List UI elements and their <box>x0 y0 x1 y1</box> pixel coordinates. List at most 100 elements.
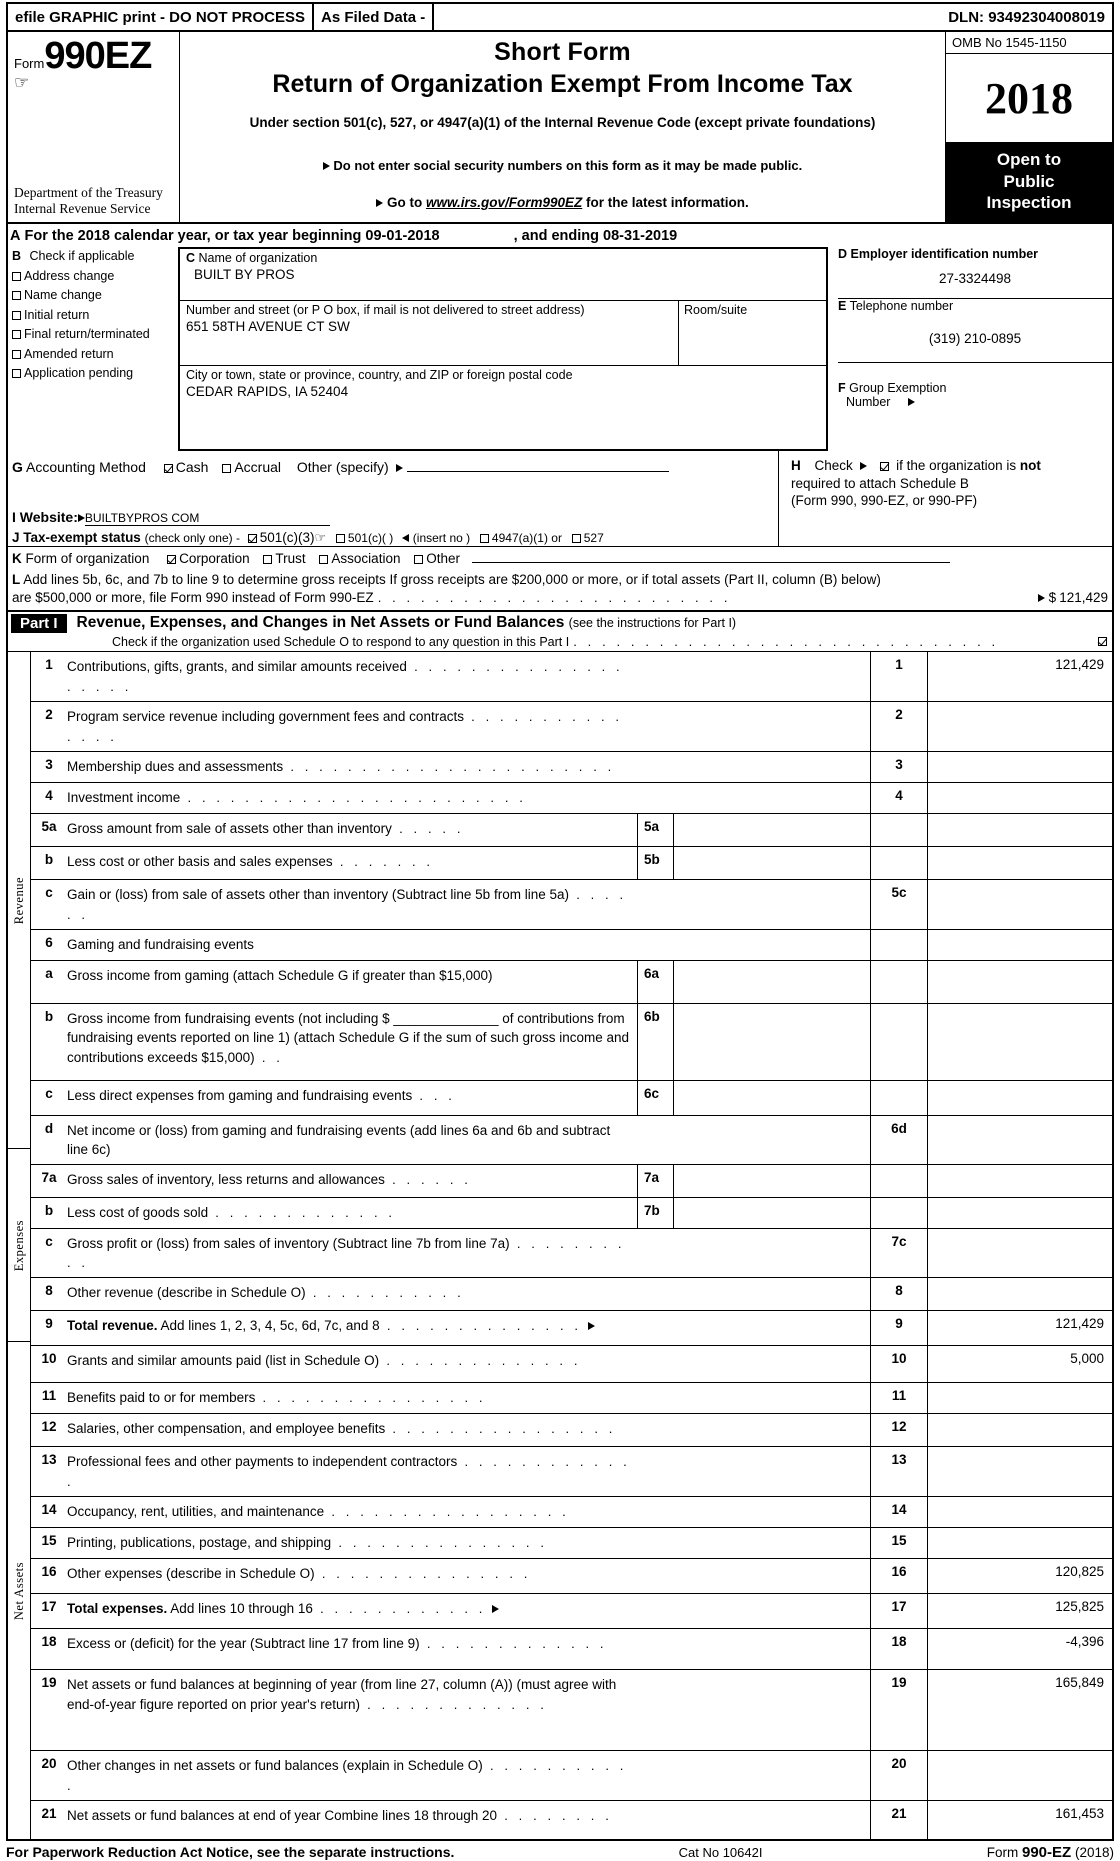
amount-value[interactable] <box>927 1447 1112 1496</box>
line-number: 15 <box>41 1533 57 1548</box>
amount-value[interactable]: -4,396 <box>927 1629 1112 1669</box>
dln-label: DLN: 93492304008019 <box>948 8 1105 26</box>
sub-line-value[interactable] <box>674 1004 870 1080</box>
checkbox-label-501c: 501(c)( ) <box>347 531 394 545</box>
org-option-association[interactable]: Association <box>319 551 400 566</box>
status-option-4947a1[interactable]: 4947(a)(1) or <box>479 530 562 545</box>
table-row: 8 Other revenue (describe in Schedule O) … <box>31 1278 1112 1312</box>
amount-value[interactable] <box>927 960 1112 1003</box>
checkbox-icon-corporation[interactable] <box>167 555 177 564</box>
status-option-501c[interactable]: 501(c)( ) <box>335 530 394 545</box>
tax-year-begin-date: 09-01-2018 <box>365 228 440 244</box>
checkbox-icon-association[interactable] <box>319 555 329 564</box>
sub-line-value[interactable] <box>674 1165 870 1197</box>
section-b-checkboxes: B Check if applicable Address change Nam… <box>8 247 178 451</box>
checkbox-icon-address-change[interactable] <box>12 271 21 281</box>
accounting-method-accrual-option[interactable]: Accrual <box>222 459 281 475</box>
website-value[interactable]: BUILTBYPROS COM <box>84 511 330 526</box>
sub-line-value[interactable] <box>674 961 870 1003</box>
checkbox-final-return[interactable]: Final return/terminated <box>12 327 176 341</box>
checkbox-icon-accrual[interactable] <box>222 464 232 473</box>
section-a-tax-year: A For the 2018 calendar year, or tax yea… <box>6 224 1114 247</box>
leader-dots: . . . . . . . . . . . . . <box>359 1696 548 1712</box>
checkbox-icon-527[interactable] <box>571 534 581 543</box>
table-row: 21 Net assets or fund balances at end of … <box>31 1800 1112 1839</box>
sub-line-value[interactable] <box>674 1198 870 1228</box>
amount-value[interactable] <box>927 1414 1112 1447</box>
amount-value[interactable] <box>927 846 1112 879</box>
sub-line-value[interactable] <box>674 847 870 879</box>
line-number: 4 <box>45 787 53 803</box>
amount-value[interactable] <box>927 1497 1112 1527</box>
checkbox-initial-return[interactable]: Initial return <box>12 308 176 322</box>
accounting-method-cash-option[interactable]: Cash <box>163 459 208 475</box>
amount-value[interactable]: 121,429 <box>927 652 1112 702</box>
checkbox-icon-cash[interactable] <box>163 464 173 473</box>
amount-value[interactable] <box>927 1751 1112 1800</box>
amount-value[interactable] <box>927 879 1112 929</box>
checkbox-amended-return[interactable]: Amended return <box>12 347 176 361</box>
org-option-other[interactable]: Other <box>414 551 460 566</box>
amount-value[interactable] <box>927 1197 1112 1228</box>
amount-value[interactable] <box>927 813 1112 846</box>
checkbox-icon-501c[interactable] <box>335 534 345 543</box>
sub-line-number: 7a <box>638 1164 674 1197</box>
amount-value[interactable] <box>927 1278 1112 1311</box>
amount-value[interactable]: 161,453 <box>927 1800 1112 1839</box>
ein-label-row: D Employer identification number <box>838 247 1112 261</box>
amount-line-ref <box>870 1003 927 1080</box>
checkbox-label-name-change: Name change <box>24 288 102 302</box>
org-option-trust[interactable]: Trust <box>263 551 306 566</box>
checkbox-icon-schedule-o[interactable] <box>1098 637 1107 647</box>
line-description: Gross profit or (loss) from sales of inv… <box>67 1229 637 1278</box>
org-option-corporation[interactable]: Corporation <box>167 551 250 566</box>
goto-suffix: for the latest information. <box>586 195 749 210</box>
amount-value[interactable]: 125,825 <box>927 1594 1112 1628</box>
checkbox-application-pending[interactable]: Application pending <box>12 366 176 380</box>
section-h-line-1: H Check if the organization is not <box>791 457 1108 475</box>
accounting-method-other-value[interactable] <box>406 471 669 472</box>
leader-dots: . . . . . . . <box>332 853 434 869</box>
amount-value[interactable]: 5,000 <box>927 1346 1112 1383</box>
checkbox-icon-schedule-b[interactable] <box>880 462 890 471</box>
status-option-527[interactable]: 527 <box>571 530 604 545</box>
amount-value[interactable] <box>927 1383 1112 1414</box>
line-number: 16 <box>41 1564 57 1579</box>
line-description: Investment income . . . . . . . . . . . … <box>67 783 637 813</box>
sub-amount-cell <box>637 1414 870 1446</box>
organization-name-cell: C Name of organization BUILT BY PROS <box>180 249 826 301</box>
sub-line-value[interactable] <box>674 814 870 846</box>
checkbox-address-change[interactable]: Address change <box>12 269 176 283</box>
amount-value[interactable]: 121,429 <box>927 1311 1112 1346</box>
amount-value[interactable] <box>927 1003 1112 1080</box>
section-i-website: I Website: BUILTBYPROS COM <box>12 509 774 526</box>
checkbox-icon-other-org[interactable] <box>414 555 424 564</box>
checkbox-icon-amended-return[interactable] <box>12 349 21 359</box>
amount-value[interactable] <box>927 702 1112 751</box>
amount-value[interactable] <box>927 782 1112 813</box>
sub-line-value[interactable] <box>674 1081 870 1115</box>
amount-value[interactable] <box>927 1528 1112 1558</box>
line-description: Contributions, gifts, grants, and simila… <box>67 652 637 701</box>
checkbox-icon-name-change[interactable] <box>12 291 21 300</box>
amount-value[interactable] <box>927 1115 1112 1164</box>
checkbox-icon-final-return[interactable] <box>12 330 21 339</box>
group-exemption-label-2: Number <box>846 395 891 409</box>
amount-value[interactable] <box>927 1080 1112 1115</box>
section-e-telephone: E Telephone number (319) 210-0895 <box>838 299 1112 363</box>
amount-value[interactable]: 120,825 <box>927 1559 1112 1593</box>
irs-form-url-link[interactable]: www.irs.gov/Form990EZ <box>426 195 582 210</box>
checkbox-name-change[interactable]: Name change <box>12 288 176 302</box>
amount-value[interactable] <box>927 751 1112 782</box>
status-option-501c3[interactable]: 501(c)(3) <box>247 530 315 545</box>
checkbox-icon-4947a1[interactable] <box>479 534 489 543</box>
checkbox-icon-trust[interactable] <box>263 555 273 564</box>
checkbox-icon-initial-return[interactable] <box>12 310 21 320</box>
form-of-organization-other-value[interactable] <box>471 562 950 563</box>
amount-value[interactable] <box>927 1228 1112 1278</box>
checkbox-icon-application-pending[interactable] <box>12 369 21 378</box>
checkbox-icon-501c3[interactable] <box>247 534 257 543</box>
amount-value[interactable]: 165,849 <box>927 1670 1112 1750</box>
amount-value[interactable] <box>927 929 1112 960</box>
amount-value[interactable] <box>927 1164 1112 1197</box>
